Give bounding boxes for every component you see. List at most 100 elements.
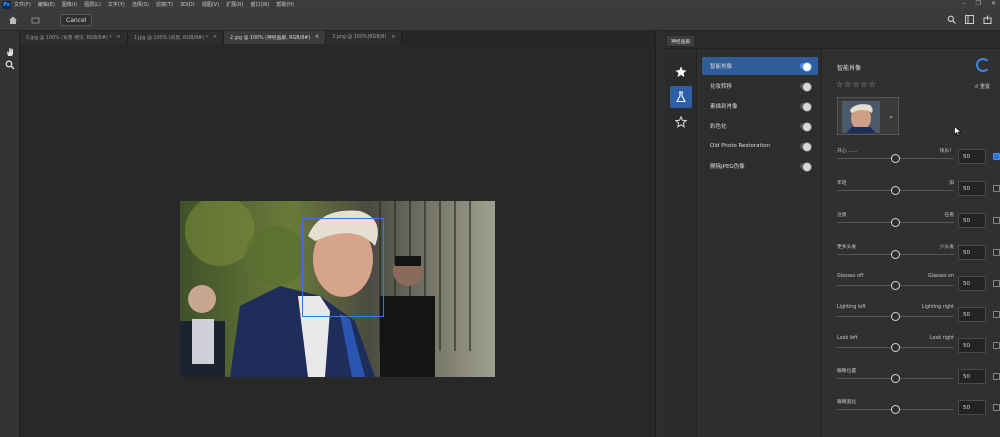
filter-toggle[interactable] — [800, 102, 812, 112]
slider-knob[interactable] — [891, 186, 900, 195]
menu-filter[interactable]: 滤镜(T) — [156, 1, 173, 8]
workspace-icon[interactable] — [964, 14, 974, 24]
menu-help[interactable]: 帮助(H) — [276, 1, 294, 8]
filter-jpeg-artifact-removal[interactable]: 删除JPEG伪像 — [702, 157, 818, 175]
menu-file[interactable]: 文件(F) — [14, 1, 31, 8]
search-icon[interactable] — [946, 14, 956, 24]
slider-knob[interactable] — [891, 218, 900, 227]
filter-toggle[interactable] — [800, 82, 812, 92]
filter-label: 素描到肖像 — [710, 104, 738, 110]
cancel-button[interactable]: Cancel — [60, 14, 93, 26]
slider-right-label: 少头发 — [939, 245, 954, 250]
menu-bar: Ps 文件(F) 编辑(E) 图像(I) 图层(L) 文字(Y) 选择(S) 滤… — [0, 0, 1000, 9]
tab-close-icon[interactable]: × — [315, 35, 319, 40]
filter-label: 删除JPEG伪像 — [710, 164, 745, 170]
slider-knob[interactable] — [891, 405, 900, 414]
menu-3d[interactable]: 3D(D) — [180, 2, 195, 8]
settings-title: 智能肖像 — [837, 65, 862, 72]
face-selector-dropdown[interactable]: ⌄ — [837, 97, 899, 135]
slider-age: 年轻 旧 50 — [837, 179, 1000, 209]
slider-enable-checkbox[interactable] — [993, 185, 1000, 192]
slider-enable-checkbox[interactable] — [993, 342, 1000, 349]
menu-view[interactable]: 视图(V) — [202, 1, 219, 8]
slider-knob[interactable] — [891, 250, 900, 259]
doc-tab-1[interactable]: 1.jpg @ 100% (背景, RGB/8#) * × — [127, 31, 225, 44]
panel-header: 神经画廊 — [665, 31, 1000, 49]
home-icon[interactable] — [6, 13, 20, 27]
filter-toggle[interactable] — [800, 162, 812, 172]
slider-enable-checkbox[interactable] — [993, 311, 1000, 318]
wishlist-star-icon[interactable] — [670, 111, 692, 133]
tool-preset-icon[interactable] — [28, 13, 42, 27]
menu-plugins[interactable]: 扩展(R) — [226, 1, 243, 8]
doc-tab-3[interactable]: 3.png @ 100%(RGB/8) × — [326, 31, 403, 44]
canvas-scrollbar[interactable] — [655, 31, 665, 437]
slider-left-label: 眼睛宽化 — [837, 400, 857, 405]
menu-image[interactable]: 图像(I) — [62, 1, 77, 8]
slider-enable-checkbox[interactable] — [993, 373, 1000, 380]
slider-value-input[interactable]: 50 — [958, 369, 986, 384]
photoshop-logo[interactable]: Ps — [2, 0, 11, 9]
slider-knob[interactable] — [891, 154, 900, 163]
panel-tab-neural-filters[interactable]: 神经画廊 — [667, 36, 695, 46]
slider-enable-checkbox[interactable] — [993, 280, 1000, 287]
slider-knob[interactable] — [891, 312, 900, 321]
filter-colorize[interactable]: 彩色化 — [702, 117, 818, 135]
slider-value-input[interactable]: 50 — [958, 181, 986, 196]
filter-label: 彩色化 — [710, 124, 727, 130]
slider-knob[interactable] — [891, 281, 900, 290]
filter-label: Old Photo Restoration — [710, 143, 771, 149]
slider-value-input[interactable]: 50 — [958, 149, 986, 164]
slider-enable-checkbox[interactable] — [993, 153, 1000, 160]
tab-close-icon[interactable]: × — [117, 35, 121, 40]
slider-right-label: 在看 — [944, 213, 954, 218]
filter-sketch-to-portrait[interactable]: 素描到肖像 — [702, 97, 818, 115]
share-icon[interactable] — [982, 14, 992, 24]
filter-toggle[interactable] — [800, 122, 812, 132]
menu-window[interactable]: 窗口(W) — [250, 1, 269, 8]
slider-left-label: Lighting left — [837, 305, 866, 310]
rating-stars[interactable]: ☆☆☆☆☆ — [836, 80, 877, 89]
menu-edit[interactable]: 编辑(E) — [38, 1, 55, 8]
doc-tab-0[interactable]: 0.jpg @ 100% (背景 拷贝, RGB/8#) * × — [20, 31, 128, 44]
zoom-tool-icon[interactable] — [3, 58, 17, 72]
filter-toggle[interactable] — [800, 62, 812, 72]
slider-value-input[interactable]: 50 — [958, 276, 986, 291]
featured-filters-icon[interactable] — [670, 61, 692, 83]
restore-icon[interactable]: ❐ — [976, 0, 981, 7]
slider-left-label: 注意 — [837, 213, 847, 218]
filter-old-photo-restoration[interactable]: Old Photo Restoration — [702, 137, 818, 155]
reset-button[interactable]: ↺ 重置 — [974, 83, 990, 90]
slider-value-input[interactable]: 50 — [958, 400, 986, 415]
hand-tool-icon[interactable] — [3, 45, 17, 59]
slider-value-input[interactable]: 50 — [958, 213, 986, 228]
slider-value-input[interactable]: 50 — [958, 307, 986, 322]
slider-enable-checkbox[interactable] — [993, 249, 1000, 256]
slider-left-label: 开心 ...... — [837, 149, 858, 154]
slider-knob[interactable] — [891, 343, 900, 352]
filter-smart-portrait[interactable]: 智能肖像 — [702, 57, 818, 75]
slider-enable-checkbox[interactable] — [993, 404, 1000, 411]
slider-value-input[interactable]: 50 — [958, 338, 986, 353]
filter-makeup-transfer[interactable]: 化妆转移 — [702, 77, 818, 95]
slider-value-input[interactable]: 50 — [958, 245, 986, 260]
menu-select[interactable]: 选择(S) — [132, 1, 149, 8]
slider-right-label: Lighting right — [921, 305, 954, 310]
tools-panel — [0, 31, 20, 437]
tab-close-icon[interactable]: × — [213, 35, 217, 40]
slider-enable-checkbox[interactable] — [993, 217, 1000, 224]
menu-type[interactable]: 文字(Y) — [108, 1, 125, 8]
slider-knob[interactable] — [891, 374, 900, 383]
tab-close-icon[interactable]: × — [391, 35, 395, 40]
slider-left-label: Glasses off — [837, 274, 864, 279]
close-icon[interactable]: ✕ — [991, 0, 996, 7]
options-bar: Cancel — [0, 9, 1000, 31]
minimize-icon[interactable]: – — [963, 0, 966, 7]
menu-layer[interactable]: 图层(L) — [84, 1, 101, 8]
filter-label: 智能肖像 — [710, 64, 733, 70]
beta-filters-icon[interactable] — [670, 86, 692, 108]
filter-toggle[interactable] — [800, 142, 812, 152]
filter-list: 智能肖像 化妆转移 素描到肖像 彩色化 Old Photo Restoratio… — [700, 49, 822, 437]
slider-happiness: 开心 ...... 快乐！ 50 — [837, 147, 1000, 177]
doc-tab-2[interactable]: 2.jpg @ 100% (神经画廊, RGB/8#) × — [224, 31, 327, 44]
